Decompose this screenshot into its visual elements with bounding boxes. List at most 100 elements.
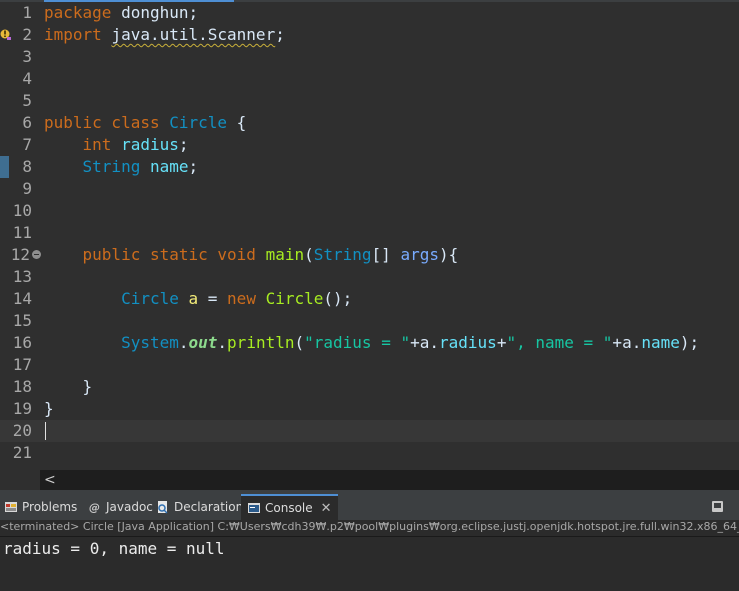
tab-problems[interactable]: Problems — [4, 494, 77, 520]
tab-label: Console — [265, 501, 313, 515]
code-line-17[interactable]: 17 — [0, 354, 739, 376]
keyword-token: public static void — [82, 245, 256, 264]
line-number: 4 — [22, 69, 32, 88]
semicolon-token: ; — [188, 157, 199, 176]
collapse-fold-icon[interactable] — [32, 250, 41, 259]
tab-javadoc[interactable]: @ Javadoc — [88, 494, 153, 520]
type-token: Circle — [121, 289, 179, 308]
code-line-16[interactable]: 16 System.out.println("radius = "+a.radi… — [0, 332, 739, 354]
declaration-icon — [158, 501, 168, 514]
line-number: 11 — [12, 223, 32, 242]
paren-token: ( — [304, 245, 314, 264]
code-line-10[interactable]: 10 — [0, 200, 739, 222]
bottom-panel-tabs: Problems @ Javadoc Declaration Console ✕ — [0, 494, 739, 520]
code-line-7[interactable]: 7 int radius; — [0, 134, 739, 156]
javadoc-icon: @ — [89, 501, 100, 514]
minimize-panel-icon[interactable] — [712, 501, 723, 512]
class-name-token: Circle — [169, 113, 228, 132]
line-number: 12 — [10, 245, 30, 264]
line-number: 21 — [12, 443, 32, 462]
line-number: 10 — [12, 201, 32, 220]
static-field-token: out — [188, 333, 218, 352]
keyword-token: new — [227, 289, 256, 308]
code-line-8[interactable]: 8 String name; — [0, 156, 739, 178]
line-number: 16 — [12, 333, 32, 352]
line-number: 18 — [12, 377, 32, 396]
code-text[interactable]: package donghun; — [44, 2, 198, 24]
keyword-token: package — [44, 3, 112, 22]
console-process-status: <terminated> Circle [Java Application] C… — [0, 520, 739, 537]
code-text[interactable]: System.out.println("radius = "+a.radius+… — [44, 332, 699, 354]
indent-token — [44, 333, 121, 352]
close-icon[interactable]: ✕ — [321, 501, 332, 516]
method-name-token: println — [227, 333, 295, 352]
import-path-token: java.util.Scanner — [111, 25, 276, 44]
console-output-area[interactable]: radius = 0, name = null — [0, 537, 739, 591]
line-number: 14 — [12, 289, 32, 308]
code-text[interactable]: import java.util.Scanner; — [44, 24, 285, 46]
code-line-13[interactable]: 13 — [0, 266, 739, 288]
operator-token: + — [496, 333, 507, 352]
line-number: 8 — [22, 157, 32, 176]
code-line-2[interactable]: 2 import java.util.Scanner; — [0, 24, 739, 46]
indent-token — [44, 245, 83, 264]
code-text[interactable]: } — [44, 398, 54, 420]
paren-token: ){ — [438, 245, 459, 264]
method-name-token: main — [265, 245, 305, 264]
code-text[interactable]: Circle a = new Circle(); — [44, 288, 352, 310]
code-line-1[interactable]: 1 package donghun; — [0, 2, 739, 24]
code-line-15[interactable]: 15 — [0, 310, 739, 332]
line-number: 9 — [22, 179, 32, 198]
code-line-21[interactable]: 21 — [0, 442, 739, 464]
code-editor[interactable]: 1 package donghun; 2 import java.util.Sc… — [0, 2, 739, 470]
code-line-5[interactable]: 5 — [0, 90, 739, 112]
constructor-token: Circle — [265, 289, 324, 308]
field-token: name — [149, 157, 189, 176]
horizontal-scrollbar[interactable]: < — [40, 470, 739, 490]
local-variable-token: a — [188, 289, 199, 308]
tab-label: Declaration — [174, 500, 244, 514]
tab-console[interactable]: Console ✕ — [241, 494, 338, 520]
code-line-9[interactable]: 9 — [0, 178, 739, 200]
package-name-token: donghun; — [111, 3, 199, 22]
svg-text:@: @ — [89, 501, 100, 514]
line-number: 6 — [22, 113, 32, 132]
bracket-token: [] — [371, 245, 401, 264]
paren-token: ); — [679, 333, 700, 352]
code-line-4[interactable]: 4 — [0, 68, 739, 90]
code-line-19[interactable]: 19 } — [0, 398, 739, 420]
field-token: name — [641, 333, 680, 352]
code-line-3[interactable]: 3 — [0, 46, 739, 68]
dot-token: . — [631, 333, 642, 352]
line-number: 20 — [12, 421, 32, 440]
code-text[interactable]: String name; — [44, 156, 199, 178]
problems-icon — [5, 502, 17, 512]
semicolon-token: ; — [178, 135, 189, 154]
code-line-20-current[interactable]: 20 — [0, 420, 739, 442]
code-line-14[interactable]: 14 Circle a = new Circle(); — [0, 288, 739, 310]
indent-token — [44, 135, 83, 154]
field-token: radius — [439, 333, 497, 352]
tab-declaration[interactable]: Declaration — [156, 494, 243, 520]
text-cursor — [45, 422, 46, 440]
code-line-6[interactable]: 6 public class Circle { — [0, 112, 739, 134]
line-number: 2 — [22, 25, 32, 44]
console-icon — [248, 503, 260, 513]
code-text[interactable]: int radius; — [44, 134, 189, 156]
operator-token: + — [410, 333, 420, 352]
scrollbar-gutter-gap — [0, 470, 40, 490]
tab-label: Problems — [22, 500, 78, 514]
field-token: radius — [121, 135, 179, 154]
code-text[interactable]: public class Circle { — [44, 112, 246, 134]
line-number: 19 — [12, 399, 32, 418]
code-text[interactable]: public static void main(String[] args){ — [44, 244, 459, 266]
code-line-12[interactable]: 12 public static void main(String[] args… — [0, 244, 739, 266]
scroll-left-arrow-icon[interactable]: < — [44, 470, 56, 490]
code-text[interactable]: } — [44, 376, 93, 398]
code-line-11[interactable]: 11 — [0, 222, 739, 244]
code-line-18[interactable]: 18 } — [0, 376, 739, 398]
